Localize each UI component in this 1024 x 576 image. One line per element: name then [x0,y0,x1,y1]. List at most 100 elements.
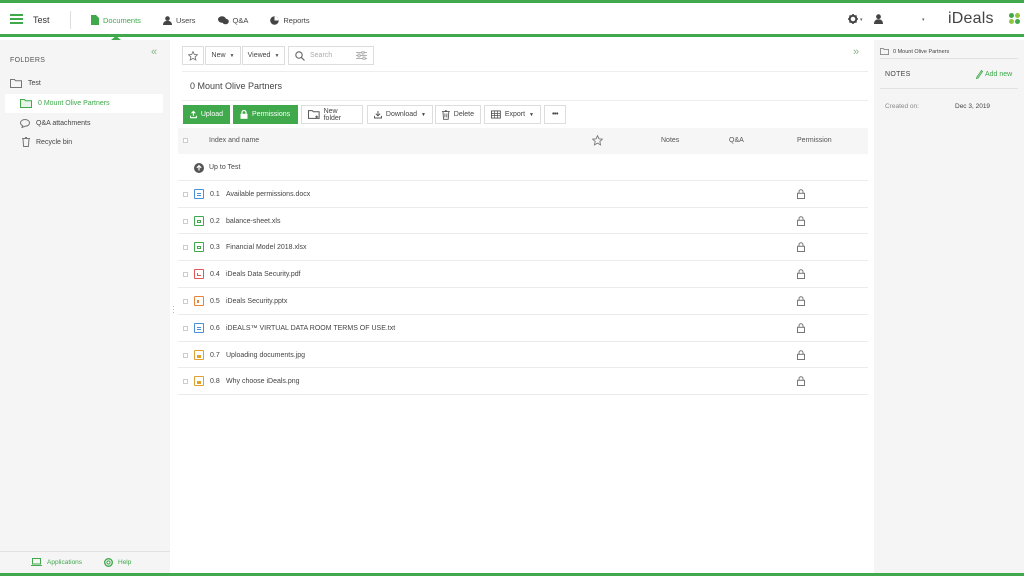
folder-path-bar: 0 Mount Olive Partners [182,71,868,101]
pie-chart-icon [270,15,280,25]
table-row[interactable]: 0.6 iDEALS™ VIRTUAL DATA ROOM TERMS OF U… [178,315,868,342]
lock-icon[interactable] [797,349,805,360]
row-index: 0.3 [210,244,220,252]
col-notes[interactable]: Notes [661,137,679,144]
row-checkbox[interactable] [183,352,188,358]
trash-icon [442,109,450,120]
table-row[interactable]: 0.4 iDeals Data Security.pdf [178,261,868,288]
pdf-file-icon [194,269,204,280]
tree-item-mount-olive[interactable]: 0 Mount Olive Partners [20,94,110,112]
download-icon [374,110,382,119]
gear-icon[interactable] [848,14,858,24]
table-grid-icon [491,110,501,119]
pencil-icon [976,70,983,79]
row-checkbox[interactable] [183,272,188,278]
add-note-link[interactable]: Add new [976,70,1012,79]
table-row[interactable]: 0.2 balance-sheet.xls [178,208,868,235]
more-actions-button[interactable]: ••• [544,105,566,124]
col-permission[interactable]: Permission [797,137,832,144]
row-checkbox[interactable] [183,245,188,251]
tree-item-label: Test [28,79,41,87]
nav-users[interactable]: Users [152,3,207,37]
row-index: 0.5 [210,297,220,305]
download-dropdown[interactable]: Download ▼ [367,105,433,124]
chat-bubbles-icon [217,15,229,24]
ideals-logo[interactable]: iDeals [948,10,994,28]
upload-icon [190,110,197,119]
row-checkbox[interactable] [183,191,188,197]
row-checkbox[interactable] [183,325,188,331]
applications-link[interactable]: Applications [31,558,82,566]
row-name[interactable]: iDeals Security.pptx [226,298,287,305]
created-on-label: Created on: [885,103,919,110]
details-breadcrumb: 0 Mount Olive Partners [880,45,1018,59]
hamburger-menu-icon[interactable] [10,14,23,24]
filter-sliders-icon[interactable] [356,51,367,60]
tree-item-recycle-bin[interactable]: Recycle bin [22,133,72,151]
table-header: Index and name Notes Q&A Permission [178,128,868,154]
tree-item-test[interactable]: Test [10,74,41,92]
permissions-button[interactable]: Permissions [233,105,298,124]
col-index-name[interactable]: Index and name [209,137,259,144]
profile-caret-icon[interactable]: ▾ [922,17,925,23]
up-folder-label: Up to Test [209,164,241,171]
lock-icon[interactable] [797,269,805,280]
row-name[interactable]: Why choose iDeals.png [226,378,300,385]
lock-icon[interactable] [797,296,805,306]
trash-icon [22,137,30,147]
ideals-logomark-icon [1009,13,1021,25]
tree-item-qa-attachments[interactable]: Q&A attachments [20,114,90,132]
up-folder-row[interactable]: Up to Test [178,154,868,181]
tree-item-label: 0 Mount Olive Partners [38,99,110,107]
nav-reports[interactable]: Reports [259,3,320,37]
viewed-filter-label: Viewed [247,52,271,59]
nav-users-label: Users [175,15,196,25]
export-dropdown[interactable]: Export ▼ [484,105,541,124]
table-row[interactable]: 0.3 Financial Model 2018.xlsx [178,234,868,262]
new-folder-button[interactable]: New folder [301,105,363,124]
lock-icon[interactable] [797,323,805,333]
xlsx-file-icon [194,242,204,253]
row-name[interactable]: balance-sheet.xls [226,218,280,225]
col-qa[interactable]: Q&A [729,137,744,144]
star-column-icon[interactable] [592,135,603,146]
lock-icon[interactable] [797,376,805,387]
caret-down-icon: ▼ [529,111,534,118]
nav-documents[interactable]: Documents [80,3,152,40]
select-all-checkbox[interactable] [183,138,188,143]
current-folder-title: 0 Mount Olive Partners [190,81,283,91]
table-row[interactable]: 0.5 iDeals Security.pptx [178,288,868,315]
table-row[interactable]: 0.1 Available permissions.docx [178,181,868,208]
row-checkbox[interactable] [183,379,188,385]
user-profile-icon[interactable] [874,14,883,24]
row-name[interactable]: Uploading documents.jpg [226,352,305,359]
new-filter-dropdown[interactable]: New ▼ [205,46,241,65]
lock-icon[interactable] [797,242,805,253]
upload-button[interactable]: Upload [183,105,230,124]
table-row[interactable]: 0.7 Uploading documents.jpg [178,342,868,369]
row-checkbox[interactable] [183,298,188,304]
created-on-value: Dec 3, 2019 [955,103,991,110]
favorites-filter-button[interactable] [182,46,204,65]
lock-icon[interactable] [797,215,805,226]
xls-file-icon [194,215,204,226]
help-link[interactable]: Help [104,558,131,567]
delete-button[interactable]: Delete [435,105,481,124]
settings-caret-icon[interactable]: ▾ [860,17,863,23]
lock-icon[interactable] [797,189,805,199]
expand-panel-icon[interactable]: » [853,46,859,58]
resize-handle[interactable]: · · · [172,303,175,317]
viewed-filter-dropdown[interactable]: Viewed ▼ [242,46,285,65]
nav-qa[interactable]: Q&A [207,3,260,37]
search-input[interactable]: Search [310,52,332,59]
collapse-sidebar-icon[interactable]: « [151,46,157,58]
row-name[interactable]: Available permissions.docx [226,191,310,198]
row-name[interactable]: iDEALS™ VIRTUAL DATA ROOM TERMS OF USE.t… [226,325,395,332]
row-name[interactable]: iDeals Data Security.pdf [226,271,301,278]
documents-table: Index and name Notes Q&A Permission Up t… [178,128,868,396]
table-row[interactable]: 0.8 Why choose iDeals.png [178,368,868,396]
row-checkbox[interactable] [183,218,188,224]
room-title: Test [33,15,50,25]
row-name[interactable]: Financial Model 2018.xlsx [226,244,307,251]
search-box[interactable]: Search [288,46,374,65]
